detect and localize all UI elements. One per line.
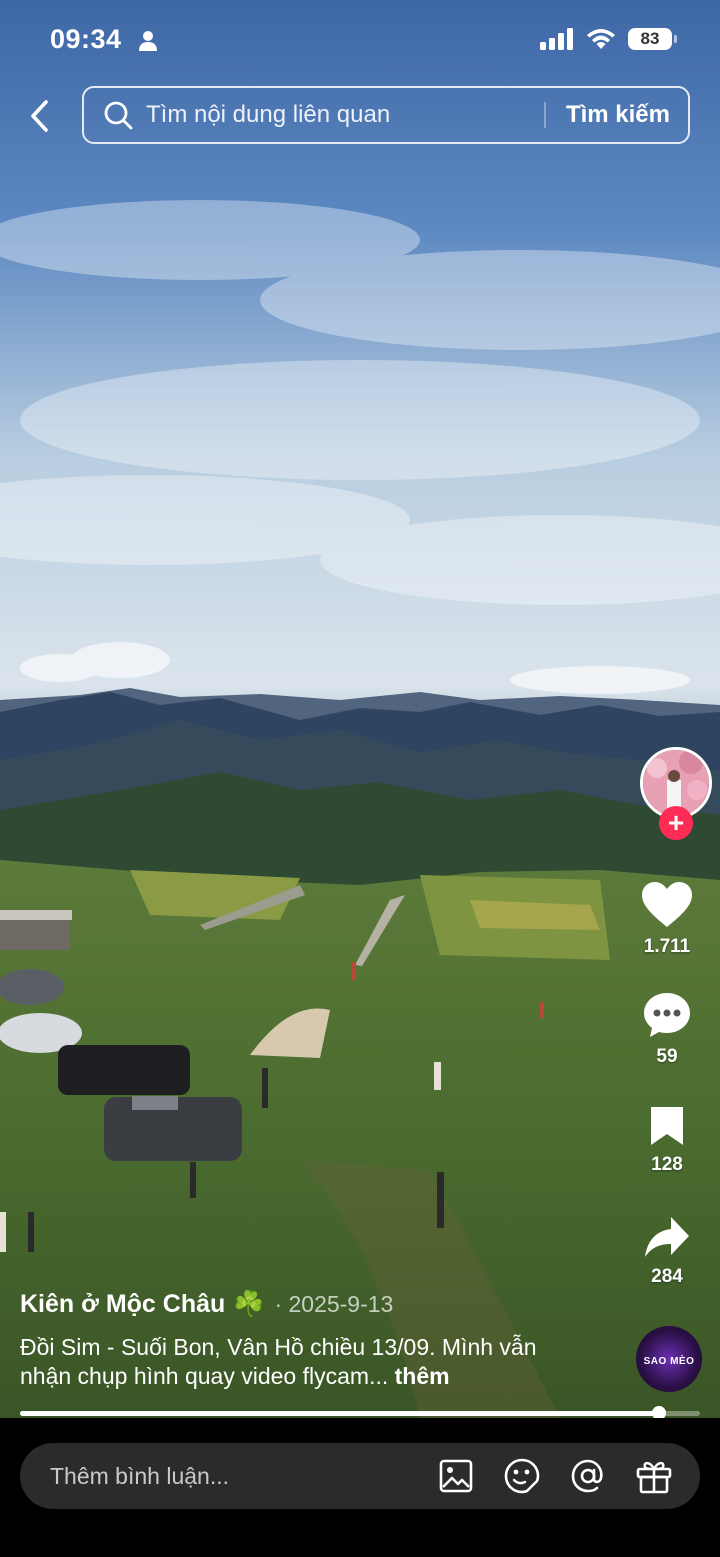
progress-fill bbox=[20, 1411, 660, 1416]
video-progress-bar[interactable] bbox=[20, 1406, 700, 1420]
comment-input[interactable]: Thêm bình luận... bbox=[50, 1463, 436, 1490]
wifi-icon bbox=[587, 29, 615, 49]
sticker-emoji-icon[interactable] bbox=[502, 1456, 542, 1496]
comment-count: 59 bbox=[656, 1046, 678, 1067]
status-bar: 09:34 83 bbox=[0, 0, 720, 80]
share-count: 284 bbox=[651, 1266, 683, 1287]
battery-indicator: 83 bbox=[628, 28, 677, 50]
back-button[interactable] bbox=[20, 96, 60, 136]
follow-button[interactable]: + bbox=[659, 806, 693, 840]
author-name[interactable]: Kiên ở Mộc Châu bbox=[20, 1290, 225, 1319]
gift-icon[interactable] bbox=[634, 1456, 674, 1496]
video-description[interactable]: Đồi Sim - Suối Bon, Vân Hồ chiều 13/09. … bbox=[20, 1333, 560, 1391]
search-bar[interactable]: Tìm nội dung liên quan Tìm kiếm bbox=[82, 86, 690, 144]
mention-icon[interactable] bbox=[568, 1456, 608, 1496]
heart-icon bbox=[642, 882, 692, 927]
person-icon bbox=[139, 31, 157, 51]
bottom-bar: Thêm bình luận... bbox=[0, 1418, 720, 1557]
save-count: 128 bbox=[651, 1154, 683, 1175]
video-player[interactable] bbox=[0, 0, 720, 1418]
share-button[interactable]: 284 bbox=[614, 1215, 720, 1288]
comment-button[interactable]: 59 bbox=[614, 991, 720, 1068]
comment-icon bbox=[644, 993, 690, 1037]
cellular-signal-icon bbox=[540, 28, 573, 50]
video-caption: Kiên ở Mộc Châu ☘️ · 2025-9-13 Đồi Sim -… bbox=[20, 1290, 620, 1391]
like-button[interactable]: 1.711 bbox=[614, 881, 720, 958]
search-button[interactable]: Tìm kiếm bbox=[546, 101, 688, 129]
search-input[interactable]: Tìm nội dung liên quan bbox=[146, 101, 544, 129]
save-button[interactable]: 128 bbox=[614, 1105, 720, 1176]
description-text: Đồi Sim - Suối Bon, Vân Hồ chiều 13/09. … bbox=[20, 1334, 537, 1389]
comment-input-container[interactable]: Thêm bình luận... bbox=[20, 1443, 700, 1509]
bookmark-icon bbox=[651, 1107, 683, 1145]
clover-emoji: ☘️ bbox=[233, 1290, 265, 1318]
chevron-left-icon bbox=[31, 100, 48, 132]
music-disc[interactable]: SAO MÈO bbox=[636, 1326, 702, 1392]
share-arrow-icon bbox=[645, 1217, 689, 1257]
see-more-link[interactable]: thêm bbox=[395, 1363, 450, 1389]
post-date: · 2025-9-13 bbox=[274, 1291, 394, 1317]
music-disc-label: SAO MÈO bbox=[643, 1356, 695, 1368]
plus-icon: + bbox=[667, 807, 685, 838]
image-icon[interactable] bbox=[436, 1456, 476, 1496]
video-frame bbox=[0, 0, 720, 1418]
search-icon bbox=[102, 99, 134, 131]
like-count: 1.711 bbox=[643, 936, 691, 957]
status-time: 09:34 bbox=[50, 24, 122, 54]
